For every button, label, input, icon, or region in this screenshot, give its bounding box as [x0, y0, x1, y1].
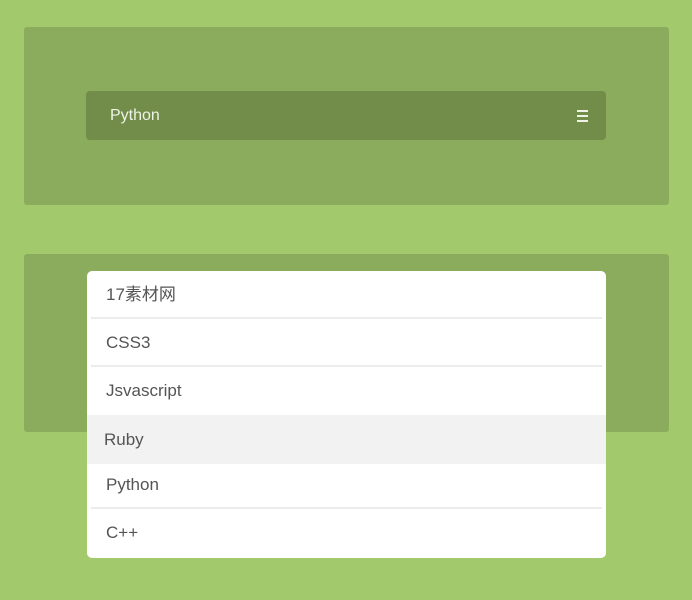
menu-icon[interactable]: [577, 110, 588, 122]
dropdown-option-javascript[interactable]: Jsvascript: [87, 367, 606, 415]
dropdown-option-ruby[interactable]: Ruby: [87, 415, 606, 464]
selected-value-label: Python: [110, 107, 160, 124]
language-dropdown-list: 17素材网 CSS3 Jsvascript Ruby Python C++: [87, 271, 606, 558]
language-select[interactable]: Python: [86, 91, 606, 140]
dropdown-option-17sucai[interactable]: 17素材网: [87, 271, 606, 319]
dropdown-option-cpp[interactable]: C++: [87, 509, 606, 557]
dropdown-option-python[interactable]: Python: [87, 464, 606, 509]
dropdown-option-css3[interactable]: CSS3: [87, 319, 606, 367]
